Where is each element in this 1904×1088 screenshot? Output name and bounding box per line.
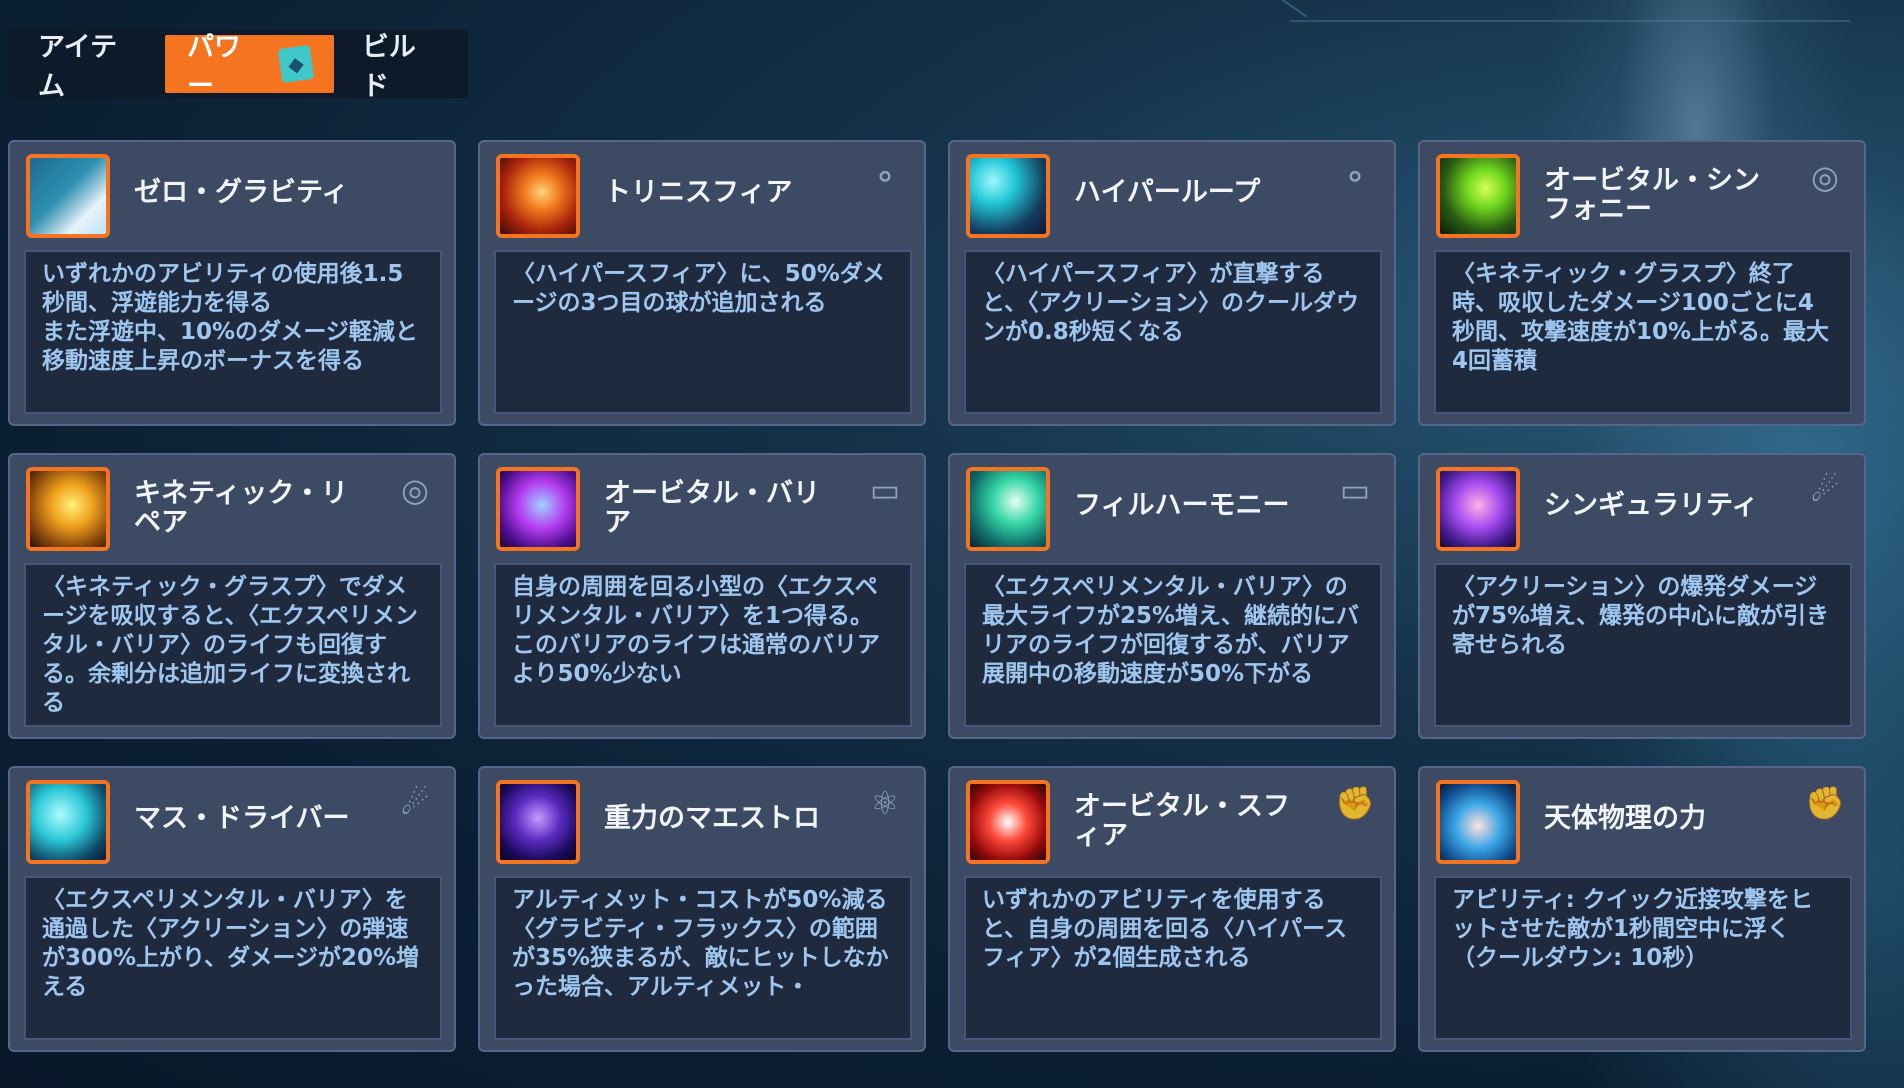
power-title: キネティック・リペア — [134, 478, 348, 538]
orbital-sphere-icon — [966, 780, 1050, 864]
power-card[interactable]: ハイパーループ ⚬ 〈ハイパースフィア〉が直撃すると、〈アクリーション〉のクールダウ… — [948, 140, 1396, 426]
power-gem-icon: ◆ — [278, 44, 315, 84]
kinetic-repair-icon — [26, 467, 110, 551]
tab-powers[interactable]: パワー ◆ — [164, 32, 334, 102]
tab-bar: アイテム パワー ◆ ビルド — [8, 30, 468, 102]
power-card[interactable]: シンギュラリティ ☄ 〈アクリーション〉の爆発ダメージが75%増え、爆発の中心に敵が… — [1418, 453, 1866, 739]
power-title: シンギュラリティ — [1544, 490, 1759, 521]
power-description: 〈アクリーション〉の爆発ダメージが75%増え、爆発の中心に敵が引き寄せられる — [1434, 563, 1852, 727]
tab-items[interactable]: アイテム — [16, 32, 159, 102]
astrophysical-force-icon — [1436, 780, 1520, 864]
spheres-icon: ⚬ — [1341, 158, 1369, 196]
vortex-icon: ◎ — [401, 471, 429, 509]
power-title: 重力のマエストロ — [604, 803, 820, 834]
power-title: ゼロ・グラビティ — [134, 177, 349, 208]
power-description: 〈キネティック・グラスプ〉でダメージを吸収すると、〈エクスペリメンタル・バリア〉… — [24, 563, 442, 727]
barrier-icon: ▭ — [1339, 471, 1371, 509]
power-card[interactable]: ゼロ・グラビティいずれかのアビリティの使用後1.5秒間、浮遊能力を得る また浮遊… — [8, 140, 456, 426]
power-title: オービタル・バリア — [604, 478, 820, 538]
power-title: フィルハーモニー — [1074, 490, 1290, 521]
power-card[interactable]: オービタル・シンフォニー ◎ 〈キネティック・グラスプ〉終了時、吸収したダメージ10… — [1418, 140, 1866, 426]
power-description: いずれかのアビリティの使用後1.5秒間、浮遊能力を得る また浮遊中、10%のダメ… — [24, 250, 442, 414]
tab-powers-label: パワー — [186, 32, 241, 102]
decor-line — [1273, 0, 1307, 18]
trinisphere-icon — [496, 154, 580, 238]
power-description: アルティメット・コストが50%減る 〈グラビティ・フラックス〉の範囲が35%狭ま… — [494, 876, 912, 1040]
power-card[interactable]: 天体物理の力 ✊ アビリティ: クイック近接攻撃をヒットさせた敵が1秒間空中に浮く（… — [1418, 766, 1866, 1052]
power-card[interactable]: フィルハーモニー ▭ 〈エクスペリメンタル・バリア〉の最大ライフが25%増え、継続的… — [948, 453, 1396, 739]
fist-icon: ✊ — [1335, 784, 1375, 822]
philharmony-icon — [966, 467, 1050, 551]
power-card[interactable]: 重力のマエストロ ⚛ アルティメット・コストが50%減る 〈グラビティ・フラックス〉… — [478, 766, 926, 1052]
power-title: トリニスフィア — [604, 177, 793, 208]
vortex-icon: ◎ — [1811, 158, 1839, 196]
hyperloop-icon — [966, 154, 1050, 238]
orbital-symphony-icon — [1436, 154, 1520, 238]
atom-icon: ⚛ — [870, 784, 900, 822]
fist-icon: ✊ — [1805, 784, 1845, 822]
tab-build[interactable]: ビルド — [340, 32, 460, 102]
power-card[interactable]: オービタル・バリア ▭ 自身の周囲を回る小型の〈エクスペリメンタル・バリア〉を1つ得… — [478, 453, 926, 739]
comet-icon: ☄ — [400, 784, 430, 822]
tab-build-label: ビルド — [361, 32, 416, 102]
power-card[interactable]: マス・ドライバー ☄ 〈エクスペリメンタル・バリア〉を通過した〈アクリーション〉の弾… — [8, 766, 456, 1052]
decor-line — [1290, 20, 1850, 22]
power-description: 〈エクスペリメンタル・バリア〉の最大ライフが25%増え、継続的にバリアのライフが… — [964, 563, 1382, 727]
comet-icon: ☄ — [1810, 471, 1840, 509]
gravity-maestro-icon — [496, 780, 580, 864]
singularity-icon — [1436, 467, 1520, 551]
power-description: 自身の周囲を回る小型の〈エクスペリメンタル・バリア〉を1つ得る。このバリアのライ… — [494, 563, 912, 727]
power-description: 〈ハイパースフィア〉が直撃すると、〈アクリーション〉のクールダウンが0.8秒短く… — [964, 250, 1382, 414]
power-description: 〈エクスペリメンタル・バリア〉を通過した〈アクリーション〉の弾速が300%上がり… — [24, 876, 442, 1040]
power-title: オービタル・シンフォニー — [1544, 165, 1760, 225]
spheres-icon: ⚬ — [871, 158, 899, 196]
power-card[interactable]: キネティック・リペア ◎ 〈キネティック・グラスプ〉でダメージを吸収すると、〈エクス… — [8, 453, 456, 739]
barrier-icon: ▭ — [869, 471, 901, 509]
power-description: いずれかのアビリティを使用すると、自身の周囲を回る〈ハイパースフィア〉が2個生成… — [964, 876, 1382, 1040]
orbital-barrier-icon — [496, 467, 580, 551]
power-card[interactable]: オービタル・スフィア ✊ いずれかのアビリティを使用すると、自身の周囲を回る〈ハイパ… — [948, 766, 1396, 1052]
power-description: 〈キネティック・グラスプ〉終了時、吸収したダメージ100ごとに4秒間、攻撃速度が… — [1434, 250, 1852, 414]
power-title: オービタル・スフィア — [1074, 791, 1290, 851]
power-title: ハイパーループ — [1074, 177, 1261, 208]
power-description: アビリティ: クイック近接攻撃をヒットさせた敵が1秒間空中に浮く（クールダウン:… — [1434, 876, 1852, 1040]
power-card[interactable]: トリニスフィア ⚬ 〈ハイパースフィア〉に、50%ダメージの3つ目の球が追加される — [478, 140, 926, 426]
zero-gravity-icon — [26, 154, 110, 238]
mass-driver-icon — [26, 780, 110, 864]
power-title: 天体物理の力 — [1544, 803, 1706, 834]
power-title: マス・ドライバー — [134, 803, 350, 834]
tab-items-label: アイテム — [38, 32, 118, 102]
power-description: 〈ハイパースフィア〉に、50%ダメージの3つ目の球が追加される — [494, 250, 912, 414]
